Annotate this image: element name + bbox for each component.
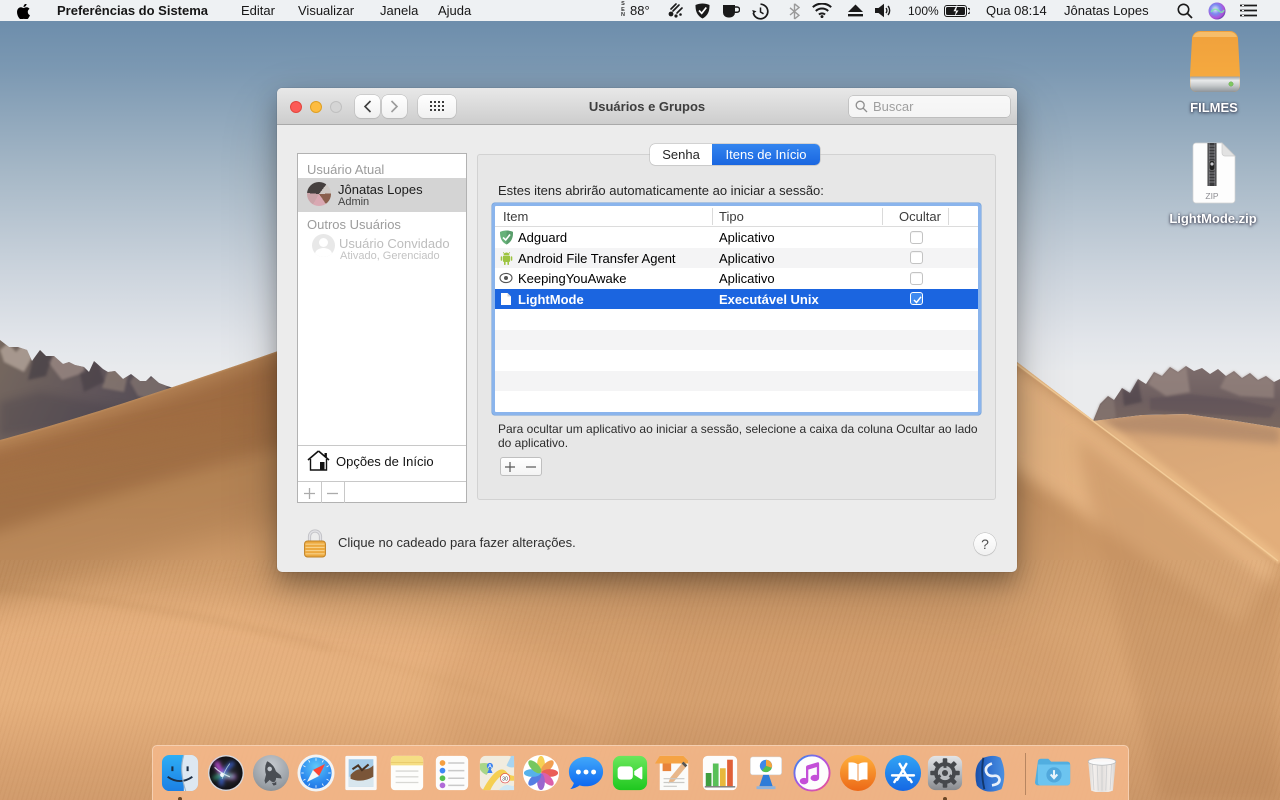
svg-text:A: A bbox=[488, 764, 492, 770]
svg-text:ZIP: ZIP bbox=[1205, 191, 1219, 201]
svg-text:30: 30 bbox=[502, 776, 508, 782]
